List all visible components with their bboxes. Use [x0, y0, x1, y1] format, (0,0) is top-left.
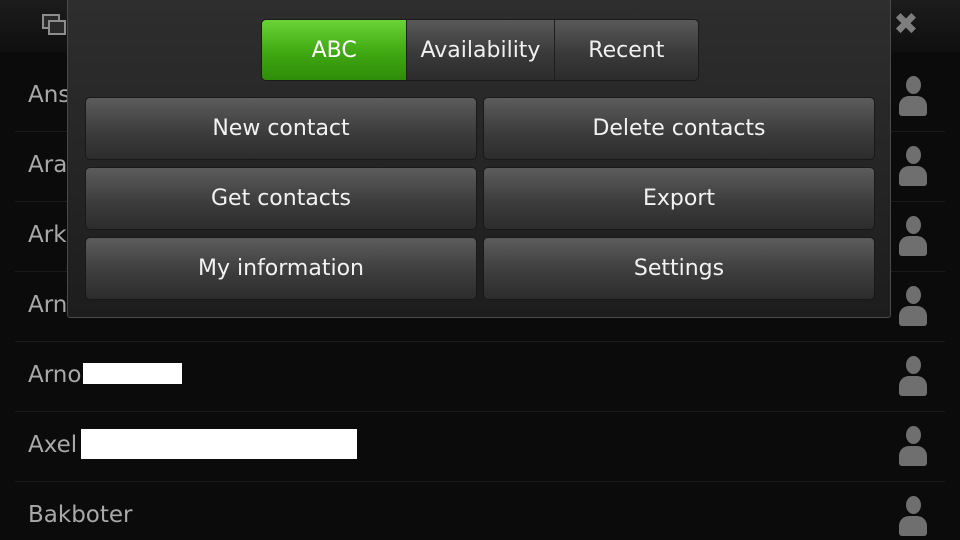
redacted-block — [81, 428, 358, 459]
contact-row[interactable]: Axel — [15, 412, 945, 482]
filter-recent-button[interactable]: Recent — [553, 20, 698, 80]
contact-name: Arno — [28, 362, 82, 388]
switcher-front-square — [48, 20, 66, 35]
avatar-icon — [899, 146, 927, 186]
contact-name: Bakboter — [28, 502, 133, 528]
contact-name-wrap: Arno — [28, 360, 183, 390]
filter-availability-button[interactable]: Availability — [406, 20, 554, 80]
contacts-screen: ✖ Ans Arar Arki Arne Arno Axel Bakboter — [0, 0, 960, 540]
contact-row[interactable]: Bakboter — [15, 482, 945, 540]
avatar-icon — [899, 356, 927, 396]
new-contact-button[interactable]: New contact — [85, 97, 477, 160]
contact-row[interactable]: Arno — [15, 342, 945, 412]
sort-filter-group: ABC Availability Recent — [261, 19, 699, 81]
avatar-icon — [899, 216, 927, 256]
my-information-button[interactable]: My information — [85, 237, 477, 300]
application-menu: ABC Availability Recent New contact Dele… — [67, 0, 891, 318]
contact-name: Axel — [28, 432, 78, 458]
contact-name-wrap: Axel — [28, 428, 358, 461]
get-contacts-button[interactable]: Get contacts — [85, 167, 477, 230]
avatar-icon — [899, 76, 927, 116]
avatar-icon — [899, 286, 927, 326]
export-button[interactable]: Export — [483, 167, 875, 230]
redacted-block — [83, 363, 183, 384]
contact-name: Ans — [28, 82, 71, 108]
close-icon[interactable]: ✖ — [892, 8, 920, 42]
filter-abc-button[interactable]: ABC — [262, 20, 407, 80]
avatar-icon — [899, 426, 927, 466]
avatar-icon — [899, 496, 927, 536]
delete-contacts-button[interactable]: Delete contacts — [483, 97, 875, 160]
settings-button[interactable]: Settings — [483, 237, 875, 300]
task-switcher-icon[interactable] — [42, 14, 66, 35]
